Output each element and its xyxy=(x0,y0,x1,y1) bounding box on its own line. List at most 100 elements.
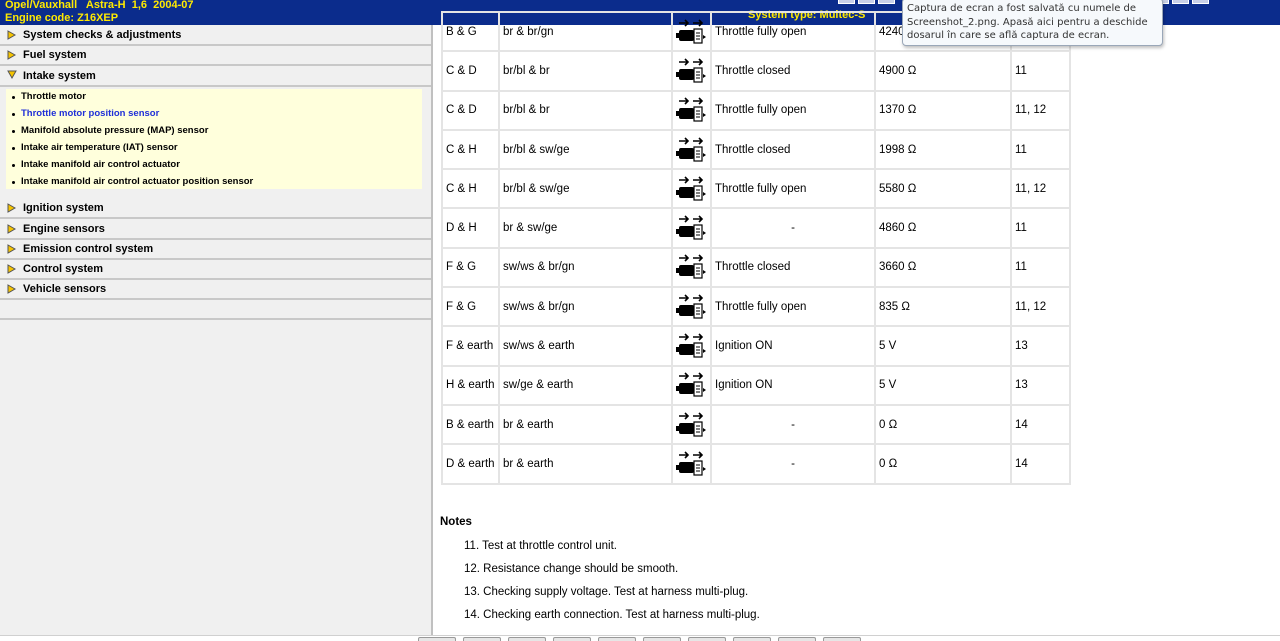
submenu-item-throttle-position-sensor[interactable]: Throttle motor position sensor xyxy=(6,106,159,123)
condition-cell: Throttle closed xyxy=(710,246,876,289)
arrow-right-icon xyxy=(7,264,17,274)
multimeter-icon[interactable] xyxy=(675,370,709,400)
terminals-cell: D & earth xyxy=(441,443,500,485)
sidebar-item-vehicle-sensors[interactable]: Vehicle sensors xyxy=(0,280,431,300)
wires-cell: br/bl & br xyxy=(498,50,673,92)
bullet-icon xyxy=(12,113,15,116)
arrow-right-icon xyxy=(7,50,17,60)
wires-cell: br & earth xyxy=(498,443,673,485)
multimeter-icon[interactable] xyxy=(675,292,709,322)
toolbar-button[interactable] xyxy=(643,637,681,641)
toolbar-button[interactable] xyxy=(418,637,456,641)
notes-ref-cell: 14 xyxy=(1010,443,1071,485)
terminals-cell: C & D xyxy=(441,89,500,131)
table-row: D & earth br & earth -0 Ω 14 xyxy=(441,443,1071,485)
wires-cell: sw/ge & earth xyxy=(498,364,673,406)
submenu-item-label: Intake air temperature (IAT) sensor xyxy=(21,142,178,153)
arrow-right-icon xyxy=(7,224,17,234)
submenu-item-manifold-actuator-position-sensor[interactable]: Intake manifold air control actuator pos… xyxy=(6,174,253,191)
toolbar-button[interactable] xyxy=(598,637,636,641)
value-cell: 4900 Ω xyxy=(874,50,1012,92)
wires-cell: br/bl & br xyxy=(498,89,673,131)
toolbar-button[interactable] xyxy=(838,0,855,4)
arrow-right-icon xyxy=(7,284,17,294)
meter-cell xyxy=(671,325,712,367)
sidebar-item-intake-system[interactable]: Intake system xyxy=(0,67,431,87)
wires-cell: sw/ws & br/gn xyxy=(498,286,673,328)
submenu-item-throttle-motor[interactable]: Throttle motor xyxy=(6,89,86,106)
notes-title: Notes xyxy=(440,516,472,528)
terminals-cell: C & H xyxy=(441,128,500,171)
toolbar-button[interactable] xyxy=(553,637,591,641)
meter-cell xyxy=(671,207,712,249)
multimeter-icon[interactable] xyxy=(675,213,709,243)
multimeter-icon[interactable] xyxy=(675,449,709,479)
multimeter-icon[interactable] xyxy=(675,331,709,361)
sidebar-item-label: Engine sensors xyxy=(23,223,105,235)
meter-cell xyxy=(671,364,712,406)
value-cell: 5 V xyxy=(874,325,1012,367)
bullet-icon xyxy=(12,130,15,133)
multimeter-icon[interactable] xyxy=(675,135,709,165)
notes-ref-cell: 11 xyxy=(1010,246,1071,289)
engine-code: Engine code: Z16XEP xyxy=(5,12,119,24)
notes-ref-cell: 11 xyxy=(1010,50,1071,92)
notes-ref-cell: 11 xyxy=(1010,128,1071,171)
toolbar-button[interactable] xyxy=(1192,0,1209,4)
toolbar-button[interactable] xyxy=(508,637,546,641)
value-cell: 5580 Ω xyxy=(874,168,1012,210)
test-values-table: B & Gbr & br/gn Throttle fully open 4240 Ω… xyxy=(441,10,1071,485)
meter-cell xyxy=(671,168,712,210)
submenu-item-manifold-air-control-actuator[interactable]: Intake manifold air control actuator xyxy=(6,157,180,174)
multimeter-icon[interactable] xyxy=(675,410,709,440)
submenu-item-map-sensor[interactable]: Manifold absolute pressure (MAP) sensor xyxy=(6,123,208,140)
arrow-right-icon xyxy=(7,203,17,213)
sidebar-item-engine-sensors[interactable]: Engine sensors xyxy=(0,220,431,240)
sidebar-item-ignition-system[interactable]: Ignition system xyxy=(0,199,431,219)
sidebar-item-label: Emission control system xyxy=(23,243,154,255)
sidebar-item-system-checks[interactable]: System checks & adjustments xyxy=(0,26,431,46)
multimeter-icon[interactable] xyxy=(675,95,709,125)
notes-ref-cell: 11, 12 xyxy=(1010,286,1071,328)
condition-cell: Throttle closed xyxy=(710,50,876,92)
condition-cell: - xyxy=(710,443,876,485)
notes-ref-cell: 13 xyxy=(1010,325,1071,367)
toolbar-button[interactable] xyxy=(858,0,875,4)
toolbar-button[interactable] xyxy=(733,637,771,641)
submenu-item-iat-sensor[interactable]: Intake air temperature (IAT) sensor xyxy=(6,140,178,157)
meter-cell xyxy=(671,246,712,289)
toolbar-button[interactable] xyxy=(688,637,726,641)
screenshot-notification[interactable]: Captura de ecran a fost salvată cu numel… xyxy=(902,0,1163,46)
toolbar-button[interactable] xyxy=(878,0,895,4)
toolbar-button[interactable] xyxy=(823,637,861,641)
value-cell: 0 Ω xyxy=(874,403,1012,446)
table-row: C & Hbr/bl & sw/ge Throttle closed 1998 Ω1… xyxy=(441,128,1071,171)
notes-ref-cell: 13 xyxy=(1010,364,1071,406)
wires-cell: br/bl & sw/ge xyxy=(498,128,673,171)
meter-cell xyxy=(671,403,712,446)
sidebar-item-emission-control[interactable]: Emission control system xyxy=(0,240,431,260)
multimeter-icon[interactable] xyxy=(675,56,709,86)
header-toolbar xyxy=(838,0,895,4)
terminals-cell: B & G xyxy=(441,10,500,53)
multimeter-icon[interactable] xyxy=(675,17,709,47)
table-row: B & earth br & earth -0 Ω 14 xyxy=(441,403,1071,446)
meter-cell xyxy=(671,50,712,92)
note-item: 13. Checking supply voltage. Test at har… xyxy=(464,586,749,598)
sidebar-item-fuel-system[interactable]: Fuel system xyxy=(0,46,431,66)
wires-cell: br & sw/ge xyxy=(498,207,673,249)
toolbar-button[interactable] xyxy=(1172,0,1189,4)
multimeter-icon[interactable] xyxy=(675,174,709,204)
table-row: C & Dbr/bl & br Throttle closed 4900 Ω 11 xyxy=(441,50,1071,92)
submenu-item-label: Intake manifold air control actuator pos… xyxy=(21,176,254,187)
multimeter-icon[interactable] xyxy=(675,252,709,282)
table-row: F & earth sw/ws & earth Ignition ON 5 V 13 xyxy=(441,325,1071,367)
value-cell: 3660 Ω xyxy=(874,246,1012,289)
toolbar-button[interactable] xyxy=(463,637,501,641)
sidebar-item-control-system[interactable]: Control system xyxy=(0,260,431,280)
toolbar-button[interactable] xyxy=(778,637,816,641)
table-row: H & earth sw/ge & earth Ignition ON 5 V 13 xyxy=(441,364,1071,406)
meter-cell xyxy=(671,10,712,53)
table-row: F & Gsw/ws & br/gn Throttle fully open 835… xyxy=(441,286,1071,328)
condition-cell: Throttle fully open xyxy=(710,168,876,210)
